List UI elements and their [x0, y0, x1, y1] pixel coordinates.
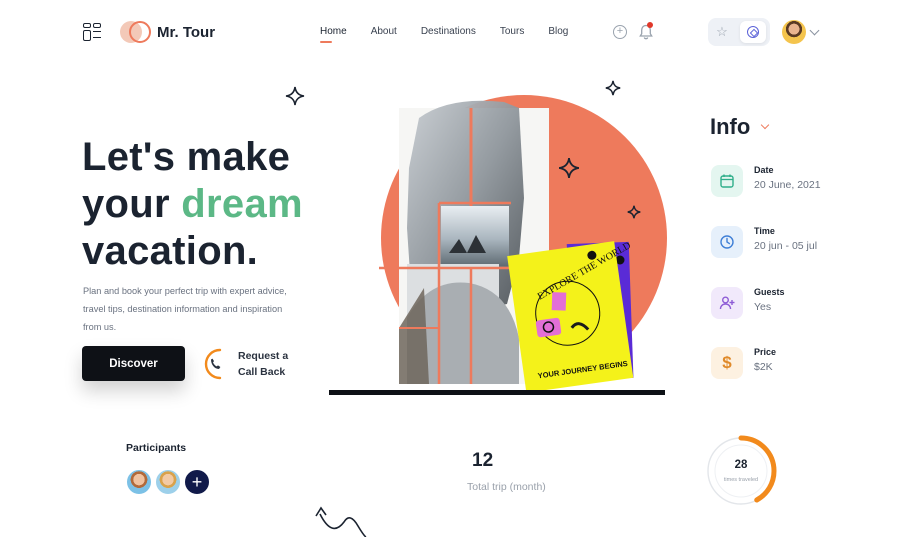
info-value: Yes — [754, 301, 772, 313]
info-key: Time — [754, 226, 775, 236]
menu-grid-icon[interactable] — [83, 23, 101, 41]
total-trips-value: 12 — [472, 450, 494, 471]
add-participant-button[interactable]: + — [183, 468, 211, 496]
callback-line2: Call Back — [238, 366, 286, 378]
info-key: Date — [754, 165, 774, 175]
participant-avatar[interactable] — [154, 468, 182, 496]
gauge-value: 28 — [734, 459, 748, 471]
nav-tours[interactable]: Tours — [500, 26, 524, 37]
info-title[interactable]: Info — [710, 114, 750, 140]
hero-title-line3: vacation. — [82, 229, 259, 273]
participants-label: Participants — [126, 442, 187, 454]
main-nav: Home About Destinations Tours Blog — [320, 26, 568, 43]
callback-line1: Request a — [238, 350, 289, 362]
participant-avatar[interactable] — [125, 468, 153, 496]
brand-name: Mr. Tour — [157, 23, 216, 41]
coin-icon[interactable] — [740, 21, 766, 43]
logo-mark-icon — [120, 21, 151, 43]
callback-label: Request a Call Back — [238, 348, 296, 380]
star-icon[interactable]: ☆ — [713, 23, 731, 41]
hero-collage: EXPLORE THE WORLD YOUR JOURNEY BEGINS — [329, 78, 669, 398]
user-avatar[interactable] — [782, 20, 806, 44]
hero-title: Let's make your dream vacation. — [82, 134, 303, 275]
hero-title-accent: dream — [181, 182, 303, 226]
info-item-price[interactable]: $ Price $2K — [711, 347, 881, 381]
info-value: 20 June, 2021 — [754, 179, 821, 191]
nav-about[interactable]: About — [371, 26, 397, 37]
info-item-time[interactable]: Time 20 jun - 05 jul — [711, 226, 881, 260]
brand-logo[interactable]: Mr. Tour — [120, 21, 215, 43]
phone-icon — [200, 346, 228, 382]
dollar-icon: $ — [711, 347, 743, 379]
bell-icon[interactable] — [639, 22, 653, 40]
hero-title-line2-a: your — [82, 182, 182, 226]
collage-illustration: EXPLORE THE WORLD YOUR JOURNEY BEGINS — [329, 95, 667, 395]
chevron-down-icon[interactable] — [809, 25, 820, 36]
nav-blog[interactable]: Blog — [548, 26, 568, 37]
total-trips-label: Total trip (month) — [467, 481, 546, 493]
info-value: 20 jun - 05 jul — [754, 240, 818, 252]
notification-dot — [647, 22, 653, 28]
plus-circle-icon[interactable]: + — [613, 25, 627, 39]
request-callback-button[interactable]: Request a Call Back — [200, 346, 296, 382]
info-key: Guests — [754, 287, 785, 297]
info-item-date[interactable]: Date 20 June, 2021 — [711, 165, 881, 199]
arrow-doodle-icon — [315, 506, 367, 537]
nav-home[interactable]: Home — [320, 26, 347, 43]
hero-title-line1: Let's make — [82, 135, 291, 179]
clock-icon — [711, 226, 743, 258]
travel-gauge — [705, 435, 777, 507]
info-key: Price — [754, 347, 777, 357]
add-user-icon — [711, 287, 743, 319]
nav-destinations[interactable]: Destinations — [421, 26, 476, 37]
calendar-icon — [711, 165, 743, 197]
discover-button[interactable]: Discover — [82, 346, 185, 381]
hero-description: Plan and book your perfect trip with exp… — [83, 286, 287, 332]
info-value: $2K — [754, 361, 773, 373]
sparkle-icon — [605, 80, 621, 96]
gauge-label: times traveled — [723, 477, 759, 483]
sparkle-icon — [558, 157, 580, 179]
chevron-down-icon[interactable] — [760, 120, 770, 130]
sparkle-icon — [285, 86, 305, 106]
info-item-guests[interactable]: Guests Yes — [711, 287, 881, 321]
currency-toggle[interactable]: ☆ — [708, 18, 770, 46]
sparkle-icon — [627, 205, 641, 219]
